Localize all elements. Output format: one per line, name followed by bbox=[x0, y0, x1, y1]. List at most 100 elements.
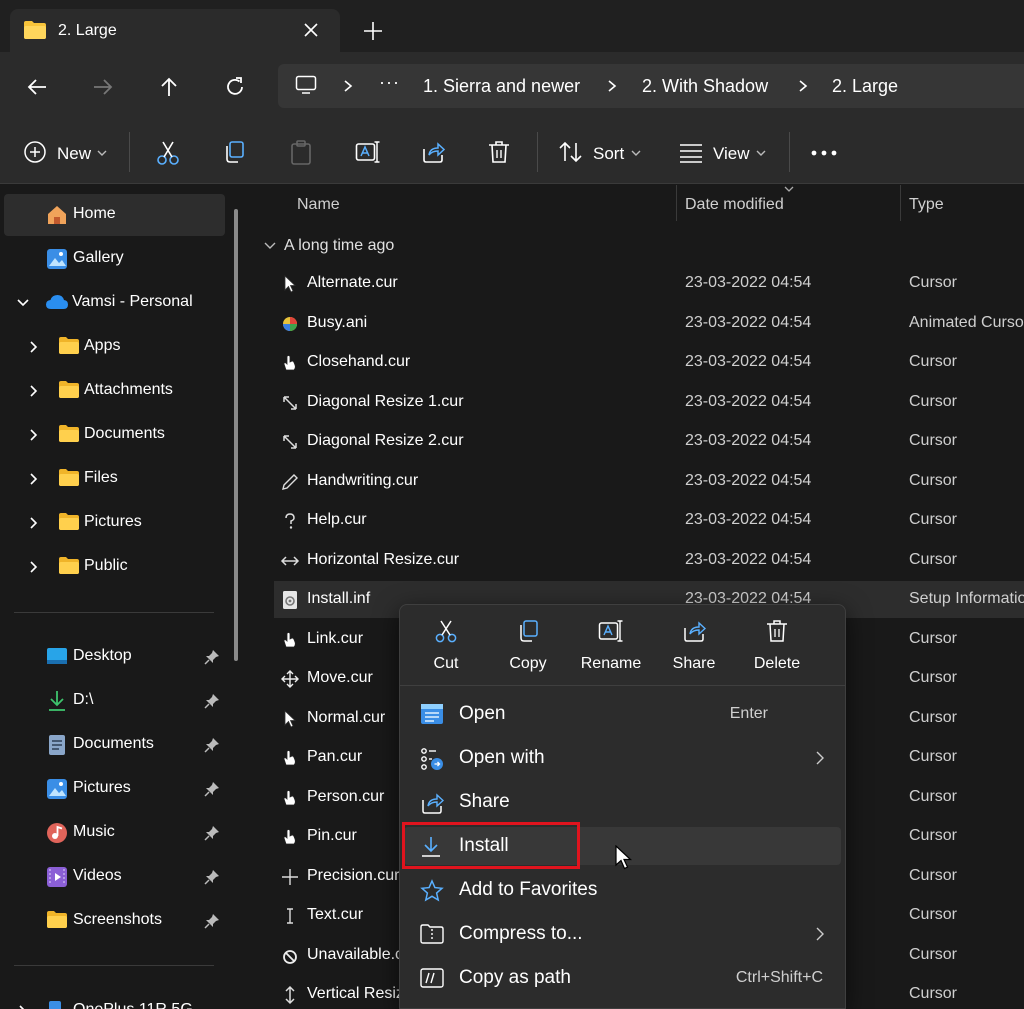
chevron-right-icon[interactable] bbox=[29, 516, 39, 530]
nav-label: Music bbox=[73, 823, 115, 840]
file-row[interactable]: Closehand.cur 23-03-2022 04:54 Cursor bbox=[274, 344, 1024, 381]
share-action[interactable]: Share bbox=[654, 619, 734, 685]
pin-icon[interactable] bbox=[204, 825, 220, 841]
menu-item-compress[interactable]: Compress to... bbox=[404, 915, 841, 953]
sort-button[interactable]: Sort bbox=[593, 144, 624, 164]
cut-icon[interactable] bbox=[156, 140, 180, 166]
chevron-down-icon[interactable] bbox=[756, 149, 766, 157]
refresh-icon[interactable] bbox=[224, 76, 246, 98]
nav-item-gallery[interactable]: Gallery bbox=[4, 238, 225, 280]
chevron-right-icon[interactable] bbox=[29, 428, 39, 442]
menu-item-open-with[interactable]: Open with bbox=[404, 739, 841, 777]
tab-active[interactable]: 2. Large bbox=[10, 9, 340, 52]
up-arrow-icon[interactable] bbox=[158, 76, 180, 98]
star-icon bbox=[420, 879, 444, 902]
nav-item-desktop[interactable]: Desktop bbox=[4, 636, 225, 678]
folder-icon bbox=[59, 469, 79, 486]
rename-icon[interactable] bbox=[355, 140, 381, 164]
nav-item-device[interactable]: OnePlus 11R 5G bbox=[4, 990, 225, 1009]
nav-item-videos[interactable]: Videos bbox=[4, 856, 225, 898]
nav-folder[interactable]: Documents bbox=[4, 414, 225, 456]
close-icon[interactable] bbox=[302, 21, 320, 39]
mouse-pointer-icon bbox=[615, 845, 633, 870]
chevron-down-icon[interactable] bbox=[97, 149, 107, 157]
menu-item-open[interactable]: Open Enter bbox=[404, 695, 841, 733]
breadcrumb-segment[interactable]: 2. With Shadow bbox=[642, 76, 768, 97]
forward-arrow-icon[interactable] bbox=[92, 76, 114, 98]
back-arrow-icon[interactable] bbox=[26, 76, 48, 98]
nav-item-screenshots[interactable]: Screenshots bbox=[4, 900, 225, 942]
chevron-right-icon[interactable] bbox=[342, 79, 354, 93]
file-row[interactable]: Help.cur 23-03-2022 04:54 Cursor bbox=[274, 502, 1024, 539]
nav-scrollbar[interactable] bbox=[234, 209, 238, 661]
column-separator[interactable] bbox=[676, 185, 677, 221]
chevron-right-icon[interactable] bbox=[29, 384, 39, 398]
menu-item-share[interactable]: Share bbox=[404, 783, 841, 821]
column-header-type[interactable]: Type bbox=[909, 196, 944, 214]
plus-icon[interactable] bbox=[362, 20, 384, 42]
nav-folder[interactable]: Public bbox=[4, 546, 225, 588]
column-header-date[interactable]: Date modified bbox=[685, 196, 784, 214]
paste-icon[interactable] bbox=[289, 140, 313, 166]
nav-folder[interactable]: Apps bbox=[4, 326, 225, 368]
pin-icon[interactable] bbox=[204, 781, 220, 797]
share-icon[interactable] bbox=[421, 140, 445, 164]
copy-icon[interactable] bbox=[222, 140, 246, 164]
chevron-down-icon[interactable] bbox=[16, 298, 30, 308]
chevron-down-icon[interactable] bbox=[264, 242, 276, 250]
menu-item-copy-as-path[interactable]: Copy as path Ctrl+Shift+C bbox=[404, 959, 841, 997]
nav-item-pictures[interactable]: Pictures bbox=[4, 768, 225, 810]
delete-action[interactable]: Delete bbox=[737, 619, 817, 685]
breadcrumb-segment[interactable]: 2. Large bbox=[832, 76, 898, 97]
nav-item-onedrive[interactable]: Vamsi - Personal bbox=[4, 282, 225, 324]
chevron-right-icon[interactable] bbox=[18, 1004, 28, 1009]
breadcrumb-segment[interactable]: 1. Sierra and newer bbox=[423, 76, 580, 97]
chevron-right-icon[interactable] bbox=[606, 79, 618, 93]
chevron-right-icon[interactable] bbox=[29, 340, 39, 354]
file-row[interactable]: Diagonal Resize 2.cur 23-03-2022 04:54 Cur… bbox=[274, 423, 1024, 460]
cut-action[interactable]: Cut bbox=[406, 619, 486, 685]
normal-cursor-icon bbox=[284, 709, 297, 728]
pictures-icon bbox=[47, 779, 67, 799]
delete-icon[interactable] bbox=[487, 140, 511, 164]
menu-item-add-to-favorites[interactable]: Add to Favorites bbox=[404, 871, 841, 909]
address-overflow[interactable]: ··· bbox=[379, 72, 400, 93]
view-button[interactable]: View bbox=[713, 144, 750, 164]
pin-icon[interactable] bbox=[204, 693, 220, 709]
chevron-right-icon[interactable] bbox=[797, 79, 809, 93]
sort-icon[interactable] bbox=[558, 140, 584, 164]
diagonal-resize-cursor-icon bbox=[283, 435, 297, 449]
column-separator[interactable] bbox=[900, 185, 901, 221]
pin-icon[interactable] bbox=[204, 913, 220, 929]
file-row[interactable]: Handwriting.cur 23-03-2022 04:54 Cursor bbox=[274, 463, 1024, 500]
chevron-down-icon[interactable] bbox=[631, 149, 641, 157]
nav-item-music[interactable]: Music bbox=[4, 812, 225, 854]
chevron-right-icon[interactable] bbox=[29, 560, 39, 574]
copy-action[interactable]: Copy bbox=[488, 619, 568, 685]
address-bar[interactable]: ··· 1. Sierra and newer 2. With Shadow 2… bbox=[278, 64, 1024, 108]
nav-item-home[interactable]: Home bbox=[4, 194, 225, 236]
pin-icon[interactable] bbox=[204, 869, 220, 885]
chevron-right-icon[interactable] bbox=[29, 472, 39, 486]
file-row[interactable]: Diagonal Resize 1.cur 23-03-2022 04:54 Cur… bbox=[274, 384, 1024, 421]
new-plus-icon[interactable] bbox=[23, 140, 47, 164]
file-row[interactable]: Horizontal Resize.cur 23-03-2022 04:54 Cur… bbox=[274, 542, 1024, 579]
nav-folder[interactable]: Files bbox=[4, 458, 225, 500]
nav-folder[interactable]: Attachments bbox=[4, 370, 225, 412]
pin-icon[interactable] bbox=[204, 649, 220, 665]
file-type: Cursor bbox=[909, 985, 958, 1002]
nav-item-documents[interactable]: Documents bbox=[4, 724, 225, 766]
view-list-icon[interactable] bbox=[679, 143, 703, 163]
file-type: Cursor bbox=[909, 353, 958, 370]
rename-action[interactable]: Rename bbox=[571, 619, 651, 685]
new-button[interactable]: New bbox=[57, 144, 91, 164]
file-name: Busy.ani bbox=[307, 313, 368, 331]
pin-icon[interactable] bbox=[204, 737, 220, 753]
file-row[interactable]: Alternate.cur 23-03-2022 04:54 Cursor bbox=[274, 265, 1024, 302]
more-icon[interactable] bbox=[811, 150, 837, 156]
column-header-name[interactable]: Name bbox=[297, 196, 340, 214]
file-row[interactable]: Busy.ani 23-03-2022 04:54 Animated Cursor bbox=[274, 305, 1024, 342]
nav-folder[interactable]: Pictures bbox=[4, 502, 225, 544]
nav-item-drive[interactable]: D:\ bbox=[4, 680, 225, 722]
nav-divider bbox=[14, 612, 214, 613]
